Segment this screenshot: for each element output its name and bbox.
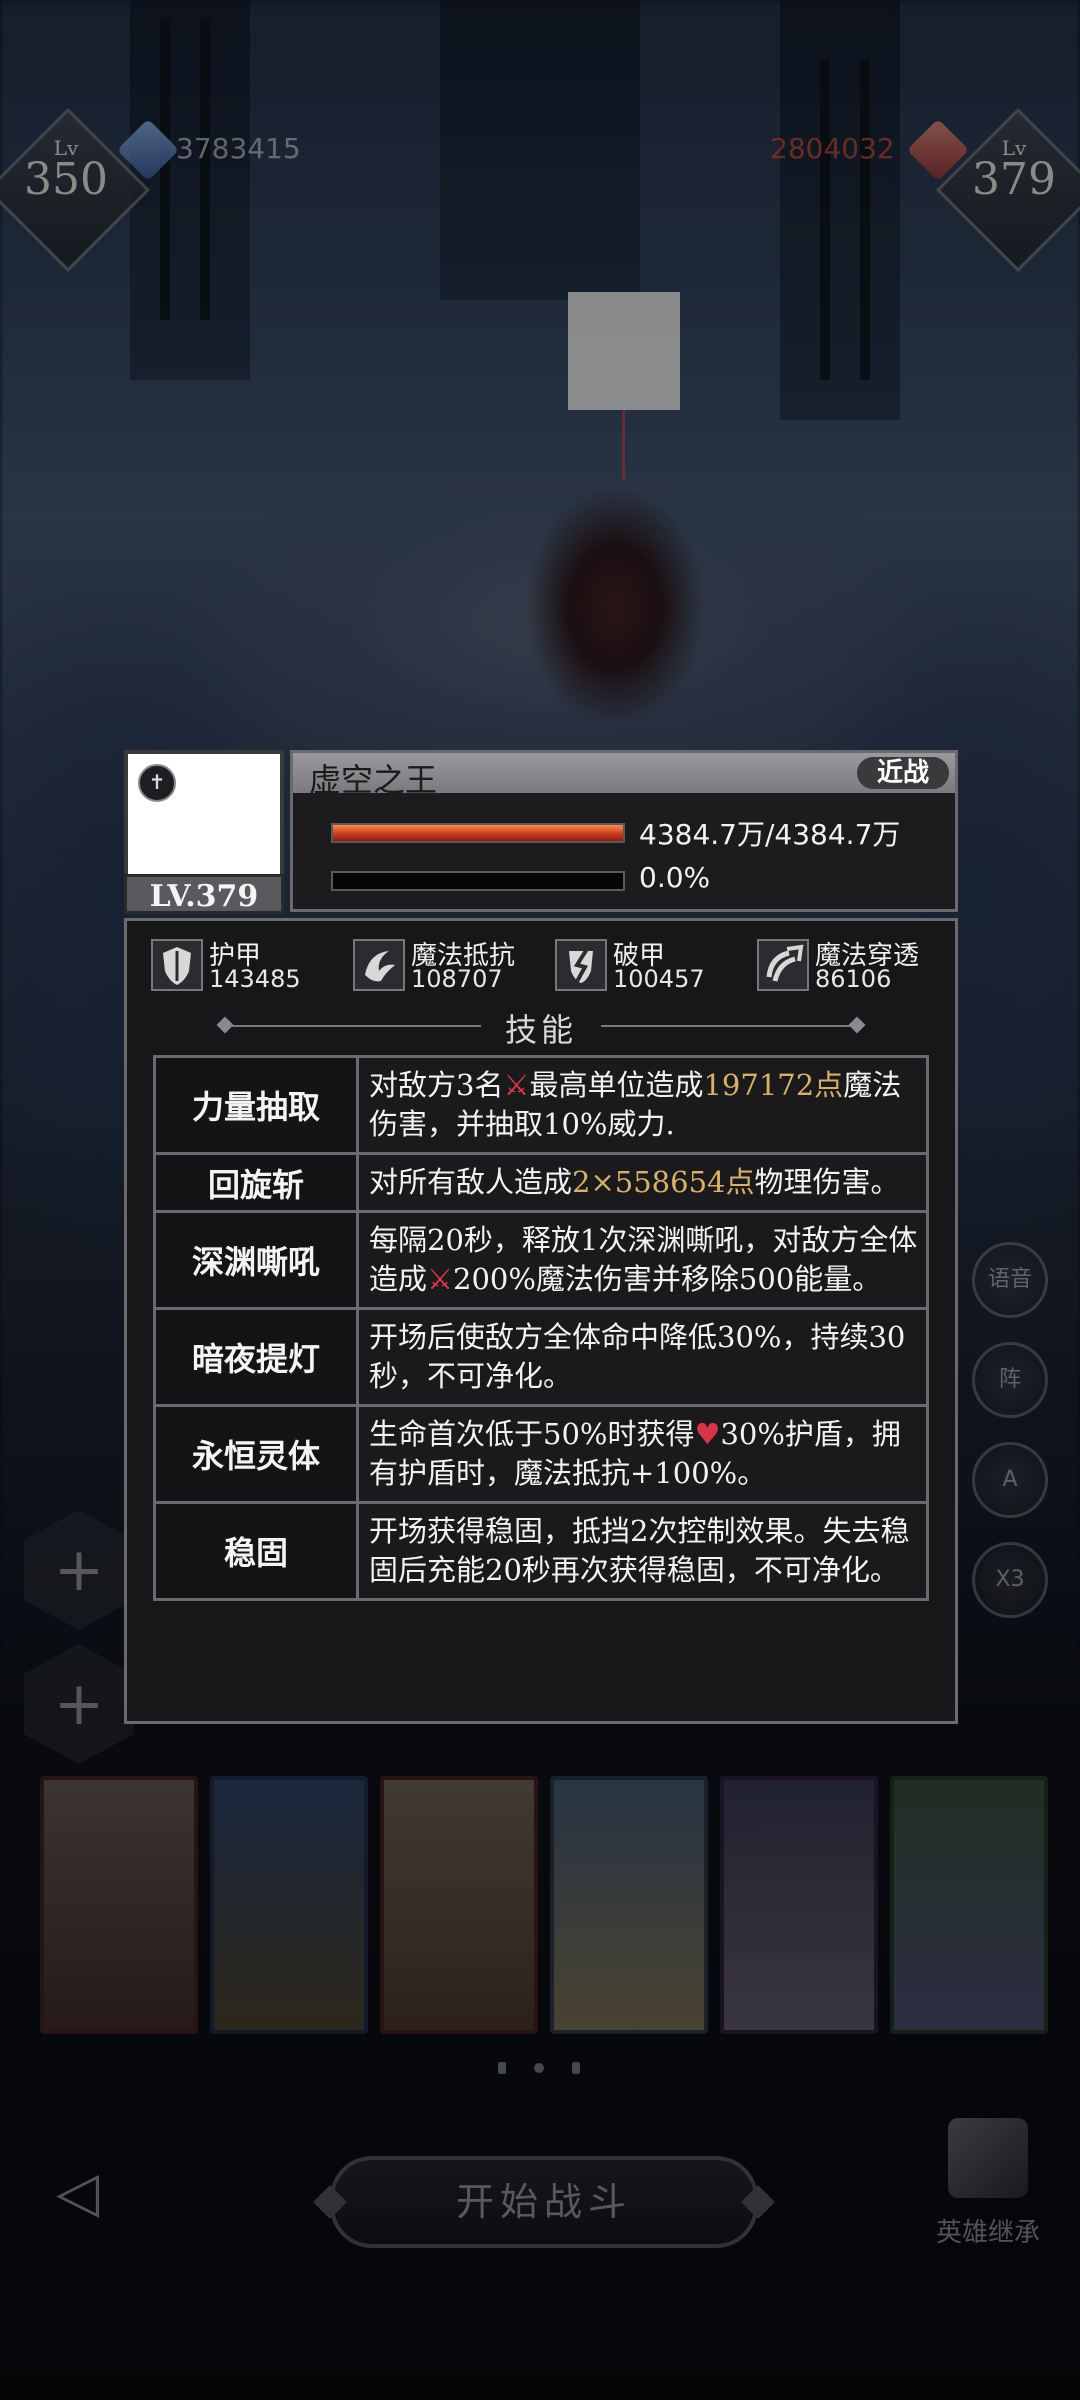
armor-icon [151, 939, 203, 991]
hp-text: 4384.7万/4384.7万 [639, 818, 901, 851]
skill-description: 生命首次低于50%时获得♥30%护盾，拥有护盾时，魔法抵抗+100%。 [359, 1407, 926, 1501]
skill-text: 生命首次低于50%时获得 [369, 1417, 695, 1451]
boss-header: 虚空之王 近战 4384.7万/4384.7万 0.0% [290, 750, 958, 912]
skill-text: 开场后使敌方全体命中降低30%，持续30秒，不可净化。 [369, 1320, 906, 1393]
skill-text: 最高单位造成 [529, 1068, 704, 1102]
skills-table: 力量抽取 对敌方3名⚔最高单位造成197172点魔法伤害，并抽取10%威力. 回旋斩… [153, 1055, 929, 1601]
skill-row: 暗夜提灯 开场后使敌方全体命中降低30%，持续30秒，不可净化。 [153, 1310, 929, 1407]
boss-info-panel: ✝ LV.379 虚空之王 近战 4384.7万/4384.7万 0.0% 护甲… [124, 750, 958, 1724]
boss-level-label: LV.379 [124, 874, 284, 914]
skill-text: 200%魔法伤害并移除500能量。 [453, 1262, 882, 1296]
skill-highlight-value: 197172点 [703, 1068, 844, 1102]
magic-resist-icon [353, 939, 405, 991]
stat-value: 108707 [411, 965, 503, 993]
skill-highlight-value: 2×558654点 [572, 1165, 755, 1199]
skill-name: 暗夜提灯 [156, 1310, 359, 1404]
skill-description: 开场获得稳固，抵挡2次控制效果。失去稳固后充能20秒再次获得稳固，不可净化。 [359, 1504, 926, 1598]
skill-name: 永恒灵体 [156, 1407, 359, 1501]
skill-text: 对所有敌人造成 [369, 1165, 573, 1199]
crossed-swords-icon: ⚔ [427, 1262, 454, 1296]
hp-bar-fill [333, 825, 623, 841]
energy-bar [331, 871, 625, 891]
skill-description: 开场后使敌方全体命中降低30%，持续30秒，不可净化。 [359, 1310, 926, 1404]
skill-text: 对敌方3名 [369, 1068, 504, 1102]
skill-row: 永恒灵体 生命首次低于50%时获得♥30%护盾，拥有护盾时，魔法抵抗+100%。 [153, 1407, 929, 1504]
hp-bar [331, 823, 625, 843]
skill-row: 稳固 开场获得稳固，抵挡2次控制效果。失去稳固后充能20秒再次获得稳固，不可净化。 [153, 1504, 929, 1601]
stat-value: 100457 [613, 965, 705, 993]
armor-break-icon [555, 939, 607, 991]
skill-text: 开场获得稳固，抵挡2次控制效果。失去稳固后充能20秒再次获得稳固，不可净化。 [369, 1514, 910, 1587]
skill-name: 力量抽取 [156, 1058, 359, 1152]
stat-value: 86106 [815, 965, 892, 993]
skill-row: 回旋斩 对所有敌人造成2×558654点物理伤害。 [153, 1155, 929, 1213]
skill-row: 深渊嘶吼 每隔20秒，释放1次深渊嘶吼，对敌方全体造成⚔200%魔法伤害并移除50… [153, 1213, 929, 1310]
skill-name: 稳固 [156, 1504, 359, 1598]
boss-name: 虚空之王 [309, 761, 438, 799]
skill-name: 深渊嘶吼 [156, 1213, 359, 1307]
skills-title: 技能 [504, 1011, 577, 1049]
skill-description: 对敌方3名⚔最高单位造成197172点魔法伤害，并抽取10%威力. [359, 1058, 926, 1152]
divider-line [601, 1025, 851, 1027]
skill-description: 每隔20秒，释放1次深渊嘶吼，对敌方全体造成⚔200%魔法伤害并移除500能量。 [359, 1213, 926, 1307]
heart-icon: ♥ [694, 1417, 721, 1451]
skill-name: 回旋斩 [156, 1155, 359, 1210]
stat-value: 143485 [209, 965, 301, 993]
skill-description: 对所有敌人造成2×558654点物理伤害。 [359, 1155, 926, 1210]
skill-row: 力量抽取 对敌方3名⚔最高单位造成197172点魔法伤害，并抽取10%威力. [153, 1058, 929, 1155]
magic-penetration-icon [757, 939, 809, 991]
crossed-swords-icon: ⚔ [503, 1068, 530, 1102]
skills-section-header: 技能 [127, 1005, 955, 1049]
attack-type-tag: 近战 [856, 757, 949, 789]
boss-details: 护甲 143485 魔法抵抗 108707 破甲 100457 魔法穿透 861… [124, 918, 958, 1724]
boss-name-row: 虚空之王 近战 [293, 753, 955, 799]
skill-text: 物理伤害。 [754, 1165, 900, 1199]
energy-text: 0.0% [639, 861, 711, 894]
faction-badge-icon: ✝ [138, 764, 176, 802]
